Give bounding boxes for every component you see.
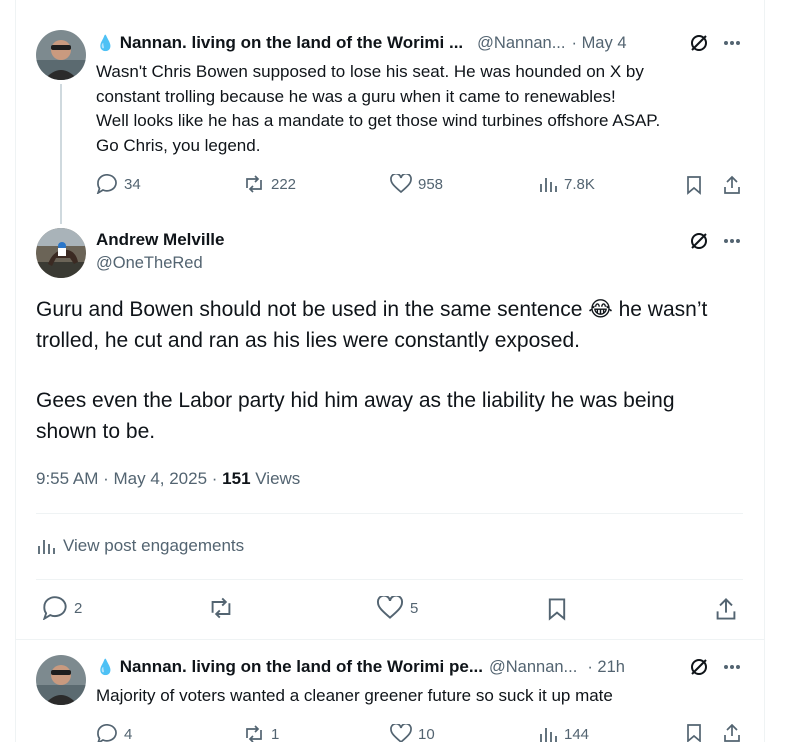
grok-icon[interactable] [688,32,710,54]
author-name[interactable]: Nannan. living on the land of the Worimi… [120,657,483,677]
author-handle[interactable]: @OneTheRed [96,254,203,273]
reply-header: 💧 Nannan. living on the land of the Wori… [96,32,627,54]
text-fragment: he wasn’t [612,298,708,321]
views-count: 151 [222,469,251,488]
reply-count: 2 [74,599,83,617]
post-date[interactable]: · 21h [587,658,625,677]
engagements-label: View post engagements [63,536,245,555]
like-count: 958 [418,175,444,193]
heart-icon [377,596,403,619]
avatar[interactable] [36,30,86,80]
reply-icon [42,596,67,620]
views-icon [540,728,557,742]
share-icon[interactable] [722,724,742,742]
text-line: shown to be. [36,420,156,443]
views-label: Views [250,469,301,488]
repost-count: 222 [271,175,297,193]
post-timestamp[interactable]: 9:55 AM · May 4, 2025 · [36,469,222,488]
author-handle[interactable]: @Nannan... [477,34,565,53]
post-text: Wasn't Chris Bowen supposed to lose his … [96,60,756,158]
views-count: 144 [564,725,590,742]
author-handle[interactable]: @Nannan... [489,658,577,677]
more-options-icon[interactable] [722,232,742,250]
reply-button[interactable]: 4 [96,724,132,742]
more-options-icon[interactable] [722,34,742,52]
like-button[interactable]: 958 [390,174,443,194]
views-button[interactable]: 144 [538,724,589,742]
repost-icon [246,175,262,193]
divider [36,513,743,514]
post-date[interactable]: · May 4 [571,34,626,53]
avatar[interactable] [36,228,86,278]
views-button[interactable]: 7.8K [538,174,595,194]
reply-button[interactable]: 34 [96,174,141,194]
bookmark-icon[interactable] [545,596,569,622]
divider [16,639,764,640]
text-line: Guru and Bowen should not be used in the… [36,294,751,325]
like-count: 10 [418,725,435,742]
text-line: Gees even the Labor party hid him away a… [36,389,675,412]
repost-button[interactable]: 222 [243,174,296,194]
text-fragment: Guru and Bowen should not be used in the… [36,298,589,321]
reply-count: 34 [124,175,141,193]
text-line: constant trolling because he was a guru … [96,86,616,106]
text-line: Well looks like he has a mandate to get … [96,111,661,130]
heart-icon [390,724,412,742]
avatar[interactable] [36,655,86,705]
more-options-icon[interactable] [722,658,742,676]
like-button[interactable]: 10 [390,724,435,742]
repost-icon [246,725,262,742]
post-text: Guru and Bowen should not be used in the… [36,294,751,447]
like-count: 5 [410,599,419,617]
divider [36,579,743,580]
text-line: Wasn't Chris Bowen supposed to lose his … [96,62,644,81]
repost-button[interactable]: 1 [243,724,279,742]
water-drop-icon: 💧 [96,659,115,676]
repost-count: 1 [271,725,280,742]
laughing-emoji: 😂 [588,298,613,321]
text-line: trolled, he cut and ran as his lies were… [36,329,580,352]
repost-button[interactable] [207,596,241,620]
reply-header: 💧 Nannan. living on the land of the Wori… [96,656,625,678]
text-line: Go Chris, you legend. [96,135,261,155]
repost-icon [211,597,231,619]
analytics-icon [38,540,55,554]
post-meta: 9:55 AM · May 4, 2025 · 151 Views [36,469,300,489]
bookmark-icon[interactable] [684,724,704,742]
reply-icon [97,724,117,742]
like-button[interactable]: 5 [376,596,418,620]
water-drop-icon: 💧 [96,35,115,52]
author-name[interactable]: Andrew Melville [96,230,224,250]
reply-count: 4 [124,725,133,742]
views-icon [540,178,557,192]
views-count: 7.8K [564,175,595,193]
bookmark-icon[interactable] [684,174,704,196]
reply-button[interactable]: 2 [42,596,82,620]
thread-line [60,84,62,224]
author-name[interactable]: Nannan. living on the land of the Worimi… [120,33,463,53]
grok-icon[interactable] [688,656,710,678]
post-text: Majority of voters wanted a cleaner gree… [96,686,613,705]
view-engagements-link[interactable]: View post engagements [37,536,244,556]
reply-icon [96,174,117,194]
grok-icon[interactable] [688,230,710,252]
share-icon[interactable] [722,174,742,196]
share-icon[interactable] [713,596,739,622]
heart-icon [390,174,412,194]
